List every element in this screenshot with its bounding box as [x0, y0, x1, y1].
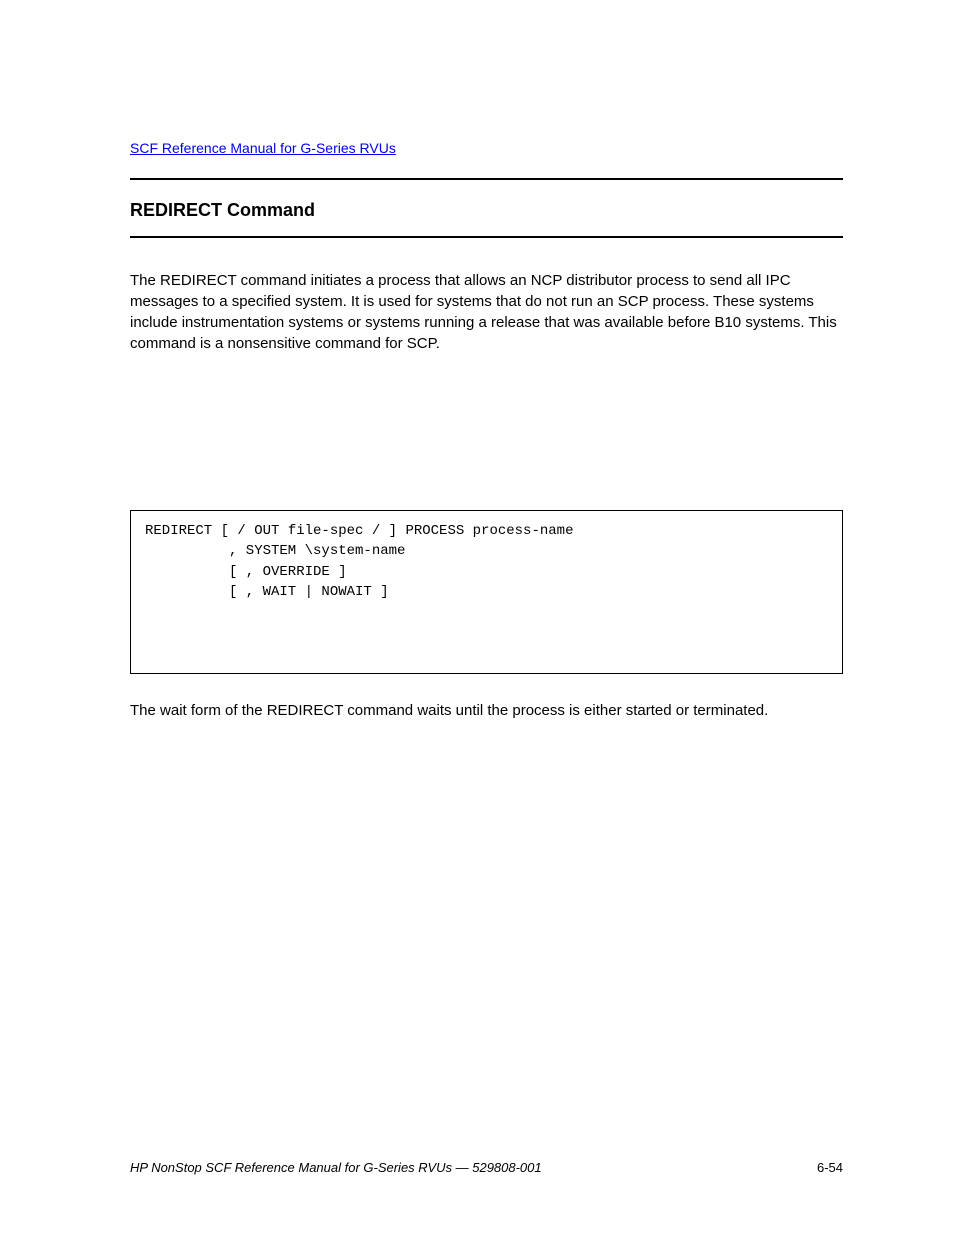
code-line-1: REDIRECT [ / OUT file-spec / ] PROCESS p… [145, 521, 828, 541]
page: SCF Reference Manual for G-Series RVUs R… [0, 0, 954, 1235]
intro-text: The REDIRECT command initiates a process… [130, 270, 843, 354]
code-line-2: , SYSTEM \system-name [145, 541, 828, 561]
footer-page-number: 6-54 [817, 1160, 843, 1175]
footer-manual-title: HP NonStop SCF Reference Manual for G-Se… [130, 1160, 542, 1175]
horizontal-rule-bottom [130, 236, 843, 238]
wait-description-paragraph: The wait form of the REDIRECT command wa… [130, 700, 843, 721]
code-line-3: [ , OVERRIDE ] [145, 562, 828, 582]
horizontal-rule-top [130, 178, 843, 180]
intro-paragraph: The REDIRECT command initiates a process… [130, 270, 843, 362]
header-manual-link[interactable]: SCF Reference Manual for G-Series RVUs [130, 140, 396, 156]
code-line-4: [ , WAIT | NOWAIT ] [145, 582, 828, 602]
syntax-code-block: REDIRECT [ / OUT file-spec / ] PROCESS p… [130, 510, 843, 674]
section-title: REDIRECT Command [130, 200, 315, 221]
